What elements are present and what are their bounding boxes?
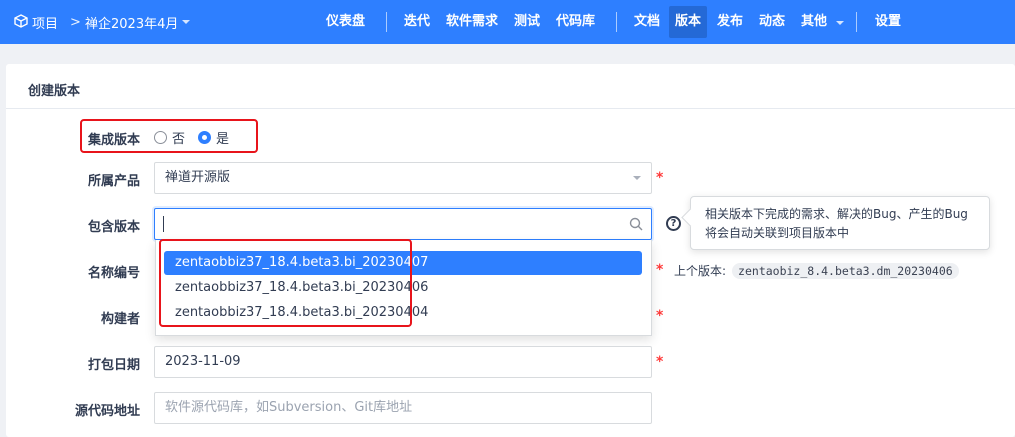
project-cube-icon — [14, 14, 28, 28]
required-mark: * — [656, 308, 664, 324]
nav-doc[interactable]: 文档 — [628, 6, 666, 38]
build-date-input[interactable]: 2023-11-09 — [154, 346, 652, 378]
breadcrumb-execution[interactable]: 禅企2023年4月 — [85, 0, 191, 44]
chevron-down-icon — [633, 176, 641, 180]
product-label: 所属产品 — [88, 174, 141, 189]
build-date-value: 2023-11-09 — [165, 354, 241, 369]
help-icon[interactable]: ? — [666, 216, 681, 231]
nav-other-label: 其他 — [801, 14, 828, 29]
top-navbar: 项目 > 禅企2023年4月 仪表盘 迭代 软件需求 测试 代码库 文档 版本 … — [0, 0, 1015, 44]
product-select-value: 禅道开源版 — [165, 170, 231, 185]
previous-build-info: 上个版本: zentaobiz_8.4.beta3.dm_20230406 — [674, 262, 959, 279]
nav-repo[interactable]: 代码库 — [550, 6, 601, 38]
nav-settings[interactable]: 设置 — [869, 6, 907, 38]
scm-path-label: 源代码地址 — [75, 404, 141, 419]
nav-build[interactable]: 版本 — [669, 6, 708, 38]
nav-other[interactable]: 其他 — [795, 6, 850, 38]
chevron-down-icon — [835, 21, 844, 25]
scm-path-placeholder: 软件源代码库，如Subversion、Git库地址 — [165, 400, 413, 415]
product-select[interactable]: 禅道开源版 — [154, 162, 652, 194]
nav-divider — [616, 12, 617, 32]
execution-name: 禅企2023年4月 — [85, 16, 179, 32]
required-mark: * — [656, 170, 664, 186]
included-builds-label: 包含版本 — [88, 220, 141, 235]
breadcrumb-separator: > — [70, 14, 81, 30]
text-cursor — [163, 216, 164, 232]
breadcrumb-project[interactable]: 项目 — [32, 0, 58, 44]
nav-release[interactable]: 发布 — [711, 6, 749, 38]
required-mark: * — [656, 354, 664, 370]
help-tooltip: 相关版本下完成的需求、解决的Bug、产生的Bug将会自动关联到项目版本中 — [690, 196, 990, 250]
nav-divider — [856, 12, 857, 32]
title-divider — [6, 108, 1015, 109]
highlight-box-builds — [159, 239, 412, 327]
builder-label: 构建者 — [101, 312, 141, 327]
build-date-label: 打包日期 — [88, 358, 141, 373]
nav-iteration[interactable]: 迭代 — [398, 6, 436, 38]
required-mark: * — [656, 262, 664, 278]
nav-dynamic[interactable]: 动态 — [753, 6, 791, 38]
nav-test[interactable]: 测试 — [508, 6, 546, 38]
nav-dashboard[interactable]: 仪表盘 — [320, 6, 371, 38]
nav-divider — [386, 12, 387, 32]
build-name-label: 名称编号 — [88, 266, 141, 281]
chevron-down-icon — [182, 20, 191, 24]
search-icon — [629, 217, 643, 231]
nav-story[interactable]: 软件需求 — [440, 6, 504, 38]
included-builds-search-input[interactable] — [154, 208, 652, 240]
page-title: 创建版本 — [28, 84, 81, 99]
highlight-box-integrated — [80, 119, 258, 153]
previous-build-value: zentaobiz_8.4.beta3.dm_20230406 — [732, 262, 959, 279]
previous-build-label: 上个版本: — [674, 264, 727, 278]
scm-path-input[interactable]: 软件源代码库，如Subversion、Git库地址 — [154, 392, 652, 424]
